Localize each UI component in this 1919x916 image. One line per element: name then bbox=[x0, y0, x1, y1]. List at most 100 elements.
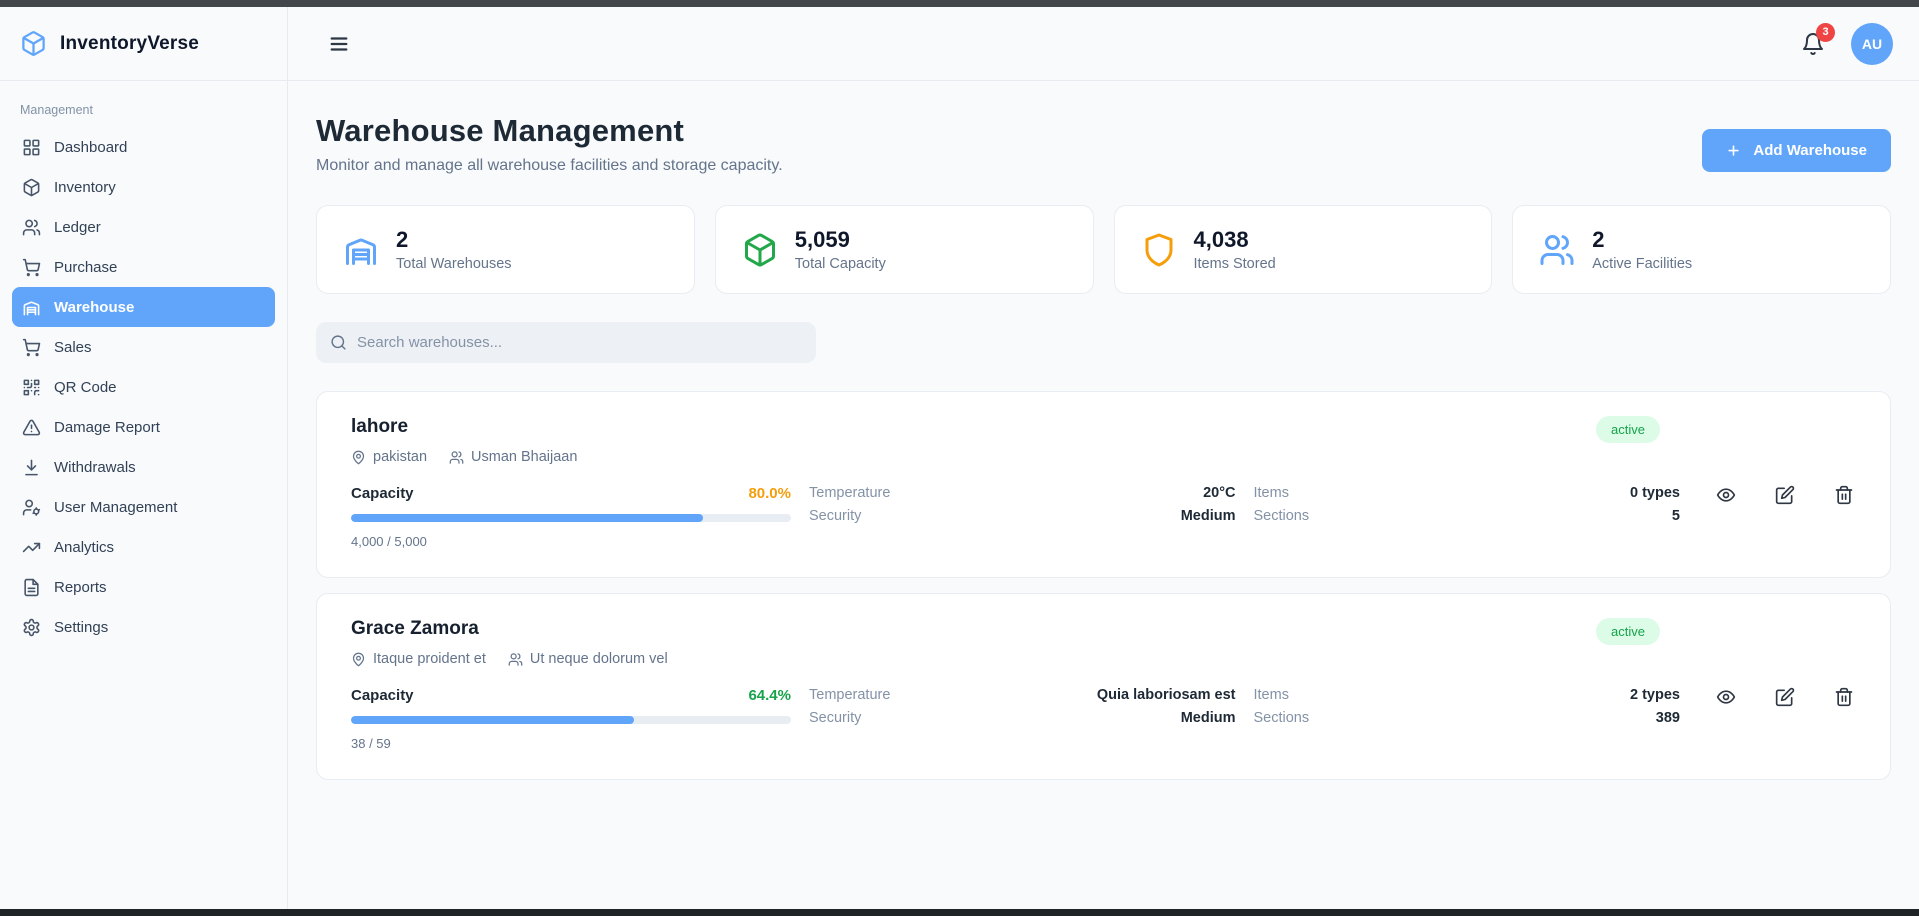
page-title: Warehouse Management bbox=[316, 113, 783, 149]
stat-label: Total Capacity bbox=[795, 256, 886, 272]
users-icon bbox=[508, 652, 523, 667]
items-label: Items bbox=[1254, 687, 1289, 703]
stat-label: Items Stored bbox=[1194, 256, 1276, 272]
sidebar-item-withdrawals[interactable]: Withdrawals bbox=[12, 447, 275, 487]
eye-icon bbox=[1716, 695, 1736, 710]
app-window: InventoryVerse Management Dashboard Inve… bbox=[0, 7, 1919, 909]
sidebar-item-purchase[interactable]: Purchase bbox=[12, 247, 275, 287]
sidebar-item-user-management[interactable]: User Management bbox=[12, 487, 275, 527]
alert-triangle-icon bbox=[22, 418, 41, 437]
map-pin-icon bbox=[351, 450, 366, 465]
sidebar-item-settings[interactable]: Settings bbox=[12, 607, 275, 647]
delete-button[interactable] bbox=[1834, 485, 1854, 505]
items-value: 2 types bbox=[1630, 687, 1680, 703]
edit-button[interactable] bbox=[1775, 687, 1795, 707]
capacity-block: Capacity 64.4% 38 / 59 bbox=[351, 687, 791, 751]
file-text-icon bbox=[22, 578, 41, 597]
warehouse-location: Itaque proident et bbox=[351, 651, 486, 667]
capacity-usage: 38 / 59 bbox=[351, 736, 791, 751]
detail-column-contents: Items 0 types Sections 5 bbox=[1236, 485, 1681, 549]
sidebar-section-label: Management bbox=[0, 81, 287, 127]
warehouse-icon bbox=[343, 232, 379, 268]
stat-value: 2 bbox=[396, 227, 512, 253]
capacity-progressbar bbox=[351, 514, 791, 522]
users-icon bbox=[449, 450, 464, 465]
view-button[interactable] bbox=[1716, 485, 1736, 505]
capacity-percent: 64.4% bbox=[748, 687, 791, 704]
hamburger-icon[interactable] bbox=[328, 33, 350, 55]
status-badge: active bbox=[1596, 618, 1660, 645]
warehouse-actions bbox=[1680, 485, 1860, 549]
temperature-value: 20°C bbox=[1203, 485, 1235, 501]
sidebar-item-label: User Management bbox=[54, 499, 177, 516]
sidebar-item-damage-report[interactable]: Damage Report bbox=[12, 407, 275, 447]
package-icon bbox=[22, 178, 41, 197]
sidebar-item-ledger[interactable]: Ledger bbox=[12, 207, 275, 247]
security-value: Medium bbox=[1181, 508, 1236, 524]
add-warehouse-button[interactable]: Add Warehouse bbox=[1702, 129, 1891, 172]
sidebar-item-inventory[interactable]: Inventory bbox=[12, 167, 275, 207]
cart-icon bbox=[22, 258, 41, 277]
edit-button[interactable] bbox=[1775, 485, 1795, 505]
warehouse-name: lahore bbox=[351, 416, 577, 438]
sidebar-item-label: Withdrawals bbox=[54, 459, 136, 476]
capacity-progressbar bbox=[351, 716, 791, 724]
sidebar-item-dashboard[interactable]: Dashboard bbox=[12, 127, 275, 167]
sidebar-item-label: Damage Report bbox=[54, 419, 160, 436]
capacity-percent: 80.0% bbox=[748, 485, 791, 502]
user-gear-icon bbox=[22, 498, 41, 517]
shield-icon bbox=[1141, 232, 1177, 268]
trash-icon bbox=[1834, 493, 1854, 508]
stat-card-total-warehouses: 2 Total Warehouses bbox=[316, 205, 695, 294]
sidebar-item-qr-code[interactable]: QR Code bbox=[12, 367, 275, 407]
notification-badge: 3 bbox=[1816, 23, 1835, 42]
temperature-value: Quia laboriosam est bbox=[1097, 687, 1236, 703]
sidebar-item-label: QR Code bbox=[54, 379, 117, 396]
stat-card-total-capacity: 5,059 Total Capacity bbox=[715, 205, 1094, 294]
page-header: Warehouse Management Monitor and manage … bbox=[316, 113, 1891, 175]
add-warehouse-label: Add Warehouse bbox=[1753, 142, 1867, 159]
warehouse-list: lahore pakistan Usman Bhaijaan bbox=[316, 391, 1891, 780]
items-label: Items bbox=[1254, 485, 1289, 501]
avatar[interactable]: AU bbox=[1851, 23, 1893, 65]
delete-button[interactable] bbox=[1834, 687, 1854, 707]
trash-icon bbox=[1834, 695, 1854, 710]
warehouse-manager: Usman Bhaijaan bbox=[449, 449, 577, 465]
trending-up-icon bbox=[22, 538, 41, 557]
detail-column-environment: Temperature 20°C Security Medium bbox=[791, 485, 1236, 549]
temperature-label: Temperature bbox=[809, 687, 890, 703]
sidebar-nav: Dashboard Inventory Ledger Purchase Ware… bbox=[0, 127, 287, 647]
warehouse-manager: Ut neque dolorum vel bbox=[508, 651, 668, 667]
notifications-button[interactable]: 3 bbox=[1801, 32, 1825, 56]
warehouse-icon bbox=[22, 298, 41, 317]
page-content: Warehouse Management Monitor and manage … bbox=[288, 81, 1919, 909]
sidebar-item-warehouse[interactable]: Warehouse bbox=[12, 287, 275, 327]
sidebar-item-analytics[interactable]: Analytics bbox=[12, 527, 275, 567]
search-bar bbox=[316, 322, 816, 363]
detail-column-contents: Items 2 types Sections 389 bbox=[1236, 687, 1681, 751]
package-cube-icon bbox=[20, 30, 47, 57]
security-label: Security bbox=[809, 508, 861, 524]
view-button[interactable] bbox=[1716, 687, 1736, 707]
gear-icon bbox=[22, 618, 41, 637]
security-value: Medium bbox=[1181, 710, 1236, 726]
sidebar-item-label: Inventory bbox=[54, 179, 116, 196]
capacity-block: Capacity 80.0% 4,000 / 5,000 bbox=[351, 485, 791, 549]
sidebar-item-sales[interactable]: Sales bbox=[12, 327, 275, 367]
users-icon bbox=[22, 218, 41, 237]
sidebar-item-label: Sales bbox=[54, 339, 92, 356]
warehouse-actions bbox=[1680, 687, 1860, 751]
stat-value: 2 bbox=[1592, 227, 1692, 253]
edit-icon bbox=[1775, 695, 1795, 710]
capacity-progress-fill bbox=[351, 716, 634, 724]
sidebar-item-label: Settings bbox=[54, 619, 108, 636]
sections-label: Sections bbox=[1254, 710, 1310, 726]
bell-icon bbox=[1801, 43, 1825, 60]
stat-value: 5,059 bbox=[795, 227, 886, 253]
status-badge: active bbox=[1596, 416, 1660, 443]
eye-icon bbox=[1716, 493, 1736, 508]
capacity-label: Capacity bbox=[351, 485, 414, 502]
cart-icon bbox=[22, 338, 41, 357]
search-input[interactable] bbox=[357, 334, 802, 351]
sidebar-item-reports[interactable]: Reports bbox=[12, 567, 275, 607]
